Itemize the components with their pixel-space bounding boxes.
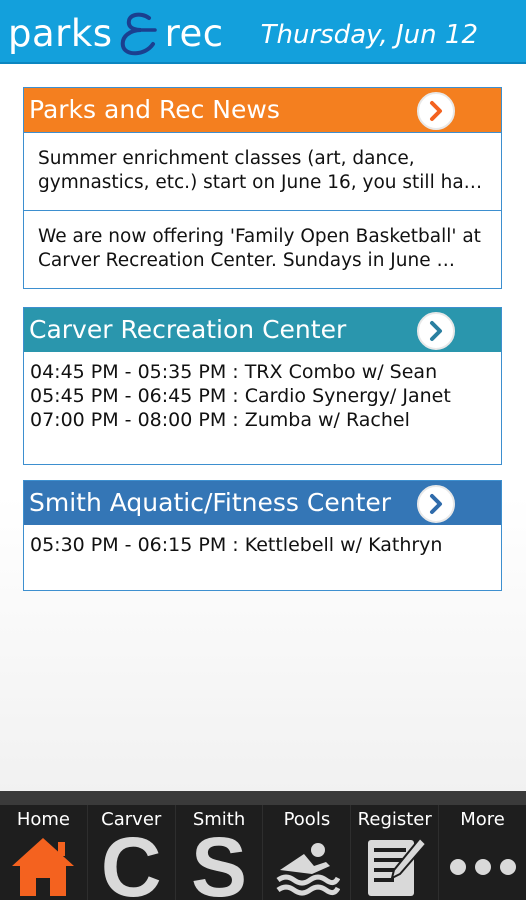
smith-card-title: Smith Aquatic/Fitness Center [29, 488, 392, 517]
news-more-button[interactable] [417, 92, 455, 130]
home-icon [12, 838, 75, 896]
current-date: Thursday, Jun 12 [260, 20, 478, 50]
chevron-right-icon [430, 321, 442, 341]
news-item[interactable]: We are now offering 'Family Open Basketb… [24, 210, 501, 288]
nav-more[interactable]: More [439, 805, 526, 900]
nav-smith[interactable]: Smith S [176, 805, 264, 914]
nav-home[interactable]: Home [0, 805, 88, 900]
class-entry[interactable]: 05:30 PM - 06:15 PM : Kettlebell w/ Kath… [30, 533, 501, 557]
news-card: Parks and Rec News Summer enrichment cla… [23, 87, 502, 289]
nav-label: Register [357, 809, 432, 830]
register-icon [367, 836, 428, 896]
news-item[interactable]: Summer enrichment classes (art, dance, g… [24, 132, 501, 210]
carver-schedule: 04:45 PM - 05:35 PM : TRX Combo w/ Sean … [24, 352, 501, 432]
carver-card: Carver Recreation Center 04:45 PM - 05:3… [23, 307, 502, 465]
parks-rec-logo: parks rec [8, 10, 224, 58]
app-header: parks rec Thursday, Jun 12 [0, 0, 526, 64]
smith-more-button[interactable] [417, 485, 455, 523]
carver-letter-icon: C [100, 820, 162, 914]
nav-label: Pools [283, 809, 331, 830]
nav-pools[interactable]: Pools [263, 805, 352, 900]
class-entry[interactable]: 05:45 PM - 06:45 PM : Cardio Synergy/ Ja… [30, 384, 501, 408]
logo-text-parks: parks [8, 12, 113, 55]
nav-carver[interactable]: Carver C [88, 805, 176, 914]
carver-more-button[interactable] [417, 312, 455, 350]
logo-text-rec: rec [164, 12, 224, 55]
smith-letter-icon: S [191, 820, 248, 914]
carver-card-header[interactable]: Carver Recreation Center [24, 308, 501, 352]
nav-register[interactable]: Register [351, 805, 440, 900]
nav-label: More [460, 809, 505, 830]
bottom-nav: Home Carver C Smith S Pools Register Mor… [0, 791, 526, 914]
news-card-header[interactable]: Parks and Rec News [24, 88, 501, 132]
smith-schedule: 05:30 PM - 06:15 PM : Kettlebell w/ Kath… [24, 525, 501, 557]
class-entry[interactable]: 07:00 PM - 08:00 PM : Zumba w/ Rachel [30, 408, 501, 432]
ampersand-icon [120, 12, 157, 56]
news-card-title: Parks and Rec News [29, 95, 280, 124]
chevron-right-icon [430, 494, 442, 514]
chevron-right-icon [430, 101, 442, 121]
swimmer-icon [276, 843, 340, 896]
smith-card-header[interactable]: Smith Aquatic/Fitness Center [24, 481, 501, 525]
smith-card: Smith Aquatic/Fitness Center 05:30 PM - … [23, 480, 502, 591]
more-icon [449, 859, 516, 875]
carver-card-title: Carver Recreation Center [29, 315, 347, 344]
class-entry[interactable]: 04:45 PM - 05:35 PM : TRX Combo w/ Sean [30, 360, 501, 384]
nav-label: Home [16, 809, 70, 830]
